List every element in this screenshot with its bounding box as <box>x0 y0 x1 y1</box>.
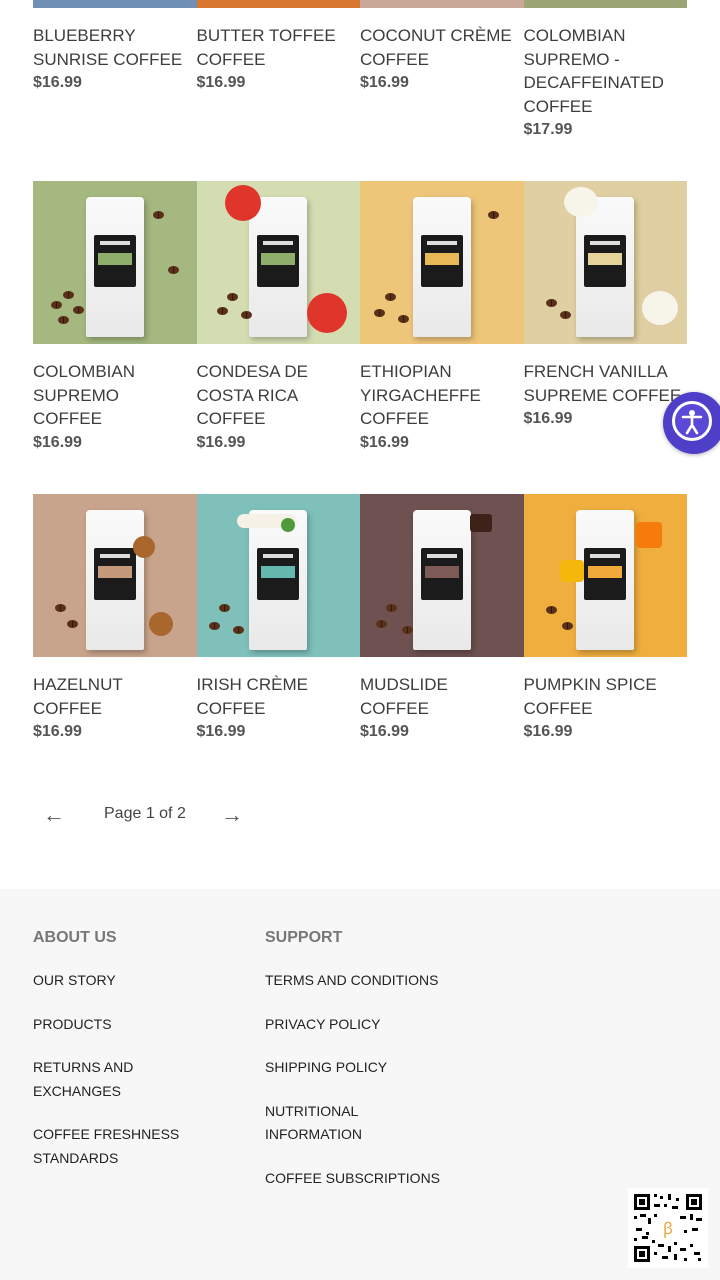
product-title[interactable]: BUTTER TOFFEE COFFEE <box>197 24 361 71</box>
footer-link[interactable]: PRIVACY POLICY <box>265 1013 485 1037</box>
product-row-0: BLUEBERRY SUNRISE COFFEE $16.99 BUTTER T… <box>33 0 687 141</box>
product-title[interactable]: COCONUT CRÈME COFFEE <box>360 24 524 71</box>
footer-heading-about: ABOUT US <box>33 929 117 946</box>
product-card[interactable]: MUDSLIDE COFFEE $16.99 <box>360 494 524 743</box>
pagination: ← Page 1 of 2 → <box>33 800 273 836</box>
product-image[interactable] <box>196 181 360 344</box>
next-page-icon[interactable]: → <box>221 802 243 828</box>
product-image[interactable] <box>360 181 524 344</box>
product-card[interactable]: HAZELNUT COFFEE $16.99 <box>33 494 197 743</box>
product-price: $16.99 <box>196 74 246 91</box>
product-row-1: COLOMBIAN SUPREMO COFFEE $16.99 CONDESA … <box>33 181 687 454</box>
qr-code-icon[interactable]: ꞵ <box>628 1188 708 1268</box>
product-card[interactable]: COLOMBIAN SUPREMO - DECAFFEINATED COFFEE… <box>523 0 688 141</box>
product-title[interactable]: ETHIOPIAN YIRGACHEFFE COFFEE <box>360 360 524 431</box>
product-title[interactable]: FRENCH VANILLA SUPREME COFFEE <box>524 360 688 407</box>
product-title[interactable]: PUMPKIN SPICE COFFEE <box>524 673 688 720</box>
prev-page-icon[interactable]: ← <box>43 802 65 828</box>
product-card[interactable]: FRENCH VANILLA SUPREME COFFEE $16.99 <box>523 181 688 454</box>
product-card[interactable]: ETHIOPIAN YIRGACHEFFE COFFEE $16.99 <box>360 181 524 454</box>
product-price: $16.99 <box>360 74 409 91</box>
accessibility-button[interactable] <box>663 392 720 454</box>
footer-link[interactable]: COFFEE SUBSCRIPTIONS <box>265 1167 485 1191</box>
product-price: $16.99 <box>360 433 409 451</box>
product-image[interactable] <box>523 181 687 344</box>
product-title[interactable]: CONDESA DE COSTA RICA COFFEE <box>197 360 361 431</box>
accessibility-icon <box>672 401 712 441</box>
product-title[interactable]: COLOMBIAN SUPREMO COFFEE <box>33 360 197 431</box>
product-title[interactable]: HAZELNUT COFFEE <box>33 673 197 720</box>
product-card[interactable]: CONDESA DE COSTA RICA COFFEE $16.99 <box>196 181 361 454</box>
product-image[interactable] <box>33 181 197 344</box>
svg-text:ꞵ: ꞵ <box>663 1219 673 1238</box>
footer-about: ABOUT US OUR STORY PRODUCTS RETURNS AND … <box>33 929 233 1190</box>
product-card[interactable]: COCONUT CRÈME COFFEE $16.99 <box>360 0 524 141</box>
footer-support: SUPPORT TERMS AND CONDITIONS PRIVACY POL… <box>265 929 485 1210</box>
product-title[interactable]: BLUEBERRY SUNRISE COFFEE <box>33 24 197 71</box>
product-image[interactable] <box>33 494 197 657</box>
product-price: $16.99 <box>196 433 246 451</box>
product-price: $17.99 <box>523 121 573 138</box>
footer-link[interactable]: SHIPPING POLICY <box>265 1056 485 1080</box>
product-card[interactable]: BUTTER TOFFEE COFFEE $16.99 <box>196 0 361 141</box>
product-image[interactable] <box>523 494 687 657</box>
page-indicator: Page 1 of 2 <box>104 805 186 822</box>
product-image[interactable] <box>196 494 360 657</box>
product-card[interactable]: IRISH CRÈME COFFEE $16.99 <box>196 494 361 743</box>
product-price: $16.99 <box>33 433 82 451</box>
product-image[interactable] <box>523 0 687 8</box>
product-image[interactable] <box>360 494 524 657</box>
product-title[interactable]: IRISH CRÈME COFFEE <box>197 673 361 720</box>
product-price: $16.99 <box>33 723 82 740</box>
product-title[interactable]: MUDSLIDE COFFEE <box>360 673 524 720</box>
product-image[interactable] <box>33 0 197 8</box>
product-image[interactable] <box>360 0 524 8</box>
product-price: $16.99 <box>360 723 409 740</box>
product-image[interactable] <box>196 0 360 8</box>
product-card[interactable]: PUMPKIN SPICE COFFEE $16.99 <box>523 494 688 743</box>
product-title[interactable]: COLOMBIAN SUPREMO - DECAFFEINATED COFFEE <box>524 24 688 118</box>
footer-link[interactable]: NUTRITIONAL INFORMATION <box>265 1100 385 1147</box>
footer-heading-support: SUPPORT <box>265 929 343 946</box>
product-row-2: HAZELNUT COFFEE $16.99 IRISH CRÈME COFFE… <box>33 494 687 743</box>
footer-link[interactable]: RETURNS AND EXCHANGES <box>33 1056 163 1103</box>
product-price: $16.99 <box>196 723 246 740</box>
footer-link[interactable]: COFFEE FRESHNESS STANDARDS <box>33 1123 193 1170</box>
footer: ABOUT US OUR STORY PRODUCTS RETURNS AND … <box>0 889 720 1280</box>
footer-link[interactable]: TERMS AND CONDITIONS <box>265 969 485 993</box>
product-card[interactable]: BLUEBERRY SUNRISE COFFEE $16.99 <box>33 0 197 141</box>
product-price: $16.99 <box>33 74 82 91</box>
product-price: $16.99 <box>523 723 573 740</box>
product-card[interactable]: COLOMBIAN SUPREMO COFFEE $16.99 <box>33 181 197 454</box>
footer-link[interactable]: OUR STORY <box>33 969 233 993</box>
footer-link[interactable]: PRODUCTS <box>33 1013 233 1037</box>
